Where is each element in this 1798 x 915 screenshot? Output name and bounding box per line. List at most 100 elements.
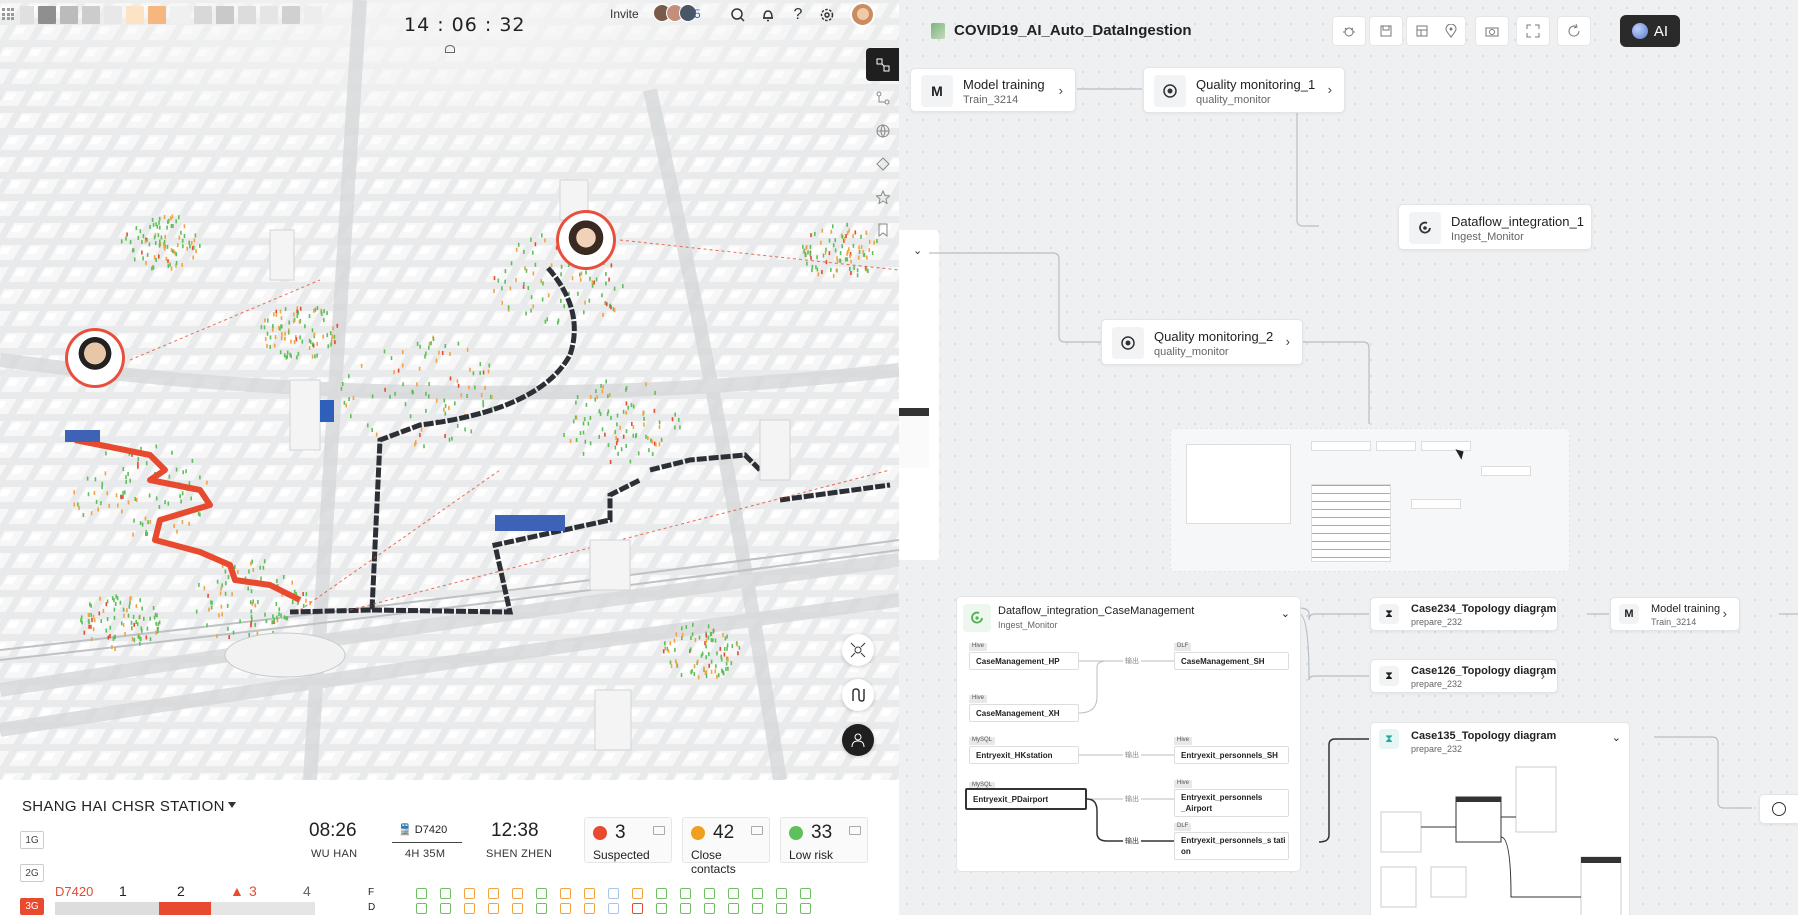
car-4[interactable]: 4	[303, 883, 311, 899]
refresh-icon[interactable]	[1557, 16, 1591, 46]
user-avatar[interactable]	[850, 2, 875, 27]
menu-icon[interactable]	[2, 8, 14, 20]
seat[interactable]	[440, 888, 451, 899]
route-tool-icon[interactable]	[866, 147, 899, 180]
seat[interactable]	[440, 903, 451, 914]
seat[interactable]	[656, 903, 667, 914]
seat[interactable]	[776, 903, 787, 914]
bell-icon[interactable]	[758, 5, 778, 25]
group-preview[interactable]	[1170, 428, 1570, 572]
seat[interactable]	[512, 903, 523, 914]
node-case126[interactable]: ⧗ Case126_Topology diagram prepare_232 ›	[1370, 659, 1558, 693]
seat[interactable]	[728, 903, 739, 914]
station-name[interactable]: SHANG HAI CHSR STATION	[22, 798, 225, 815]
invite-button[interactable]: Invite	[610, 7, 639, 21]
layout-icon[interactable]	[1406, 16, 1466, 46]
chevron-right-icon[interactable]: ›	[1059, 83, 1063, 98]
node-case-management[interactable]: Dataflow_integration_CaseManagement Inge…	[956, 596, 1301, 872]
node-model-training[interactable]: M Model training Train_3214 ›	[910, 68, 1076, 112]
seat[interactable]	[704, 888, 715, 899]
workflow-canvas[interactable]: ⌄ COVID19_AI_Auto_DataIngestion AI M Mod…	[899, 0, 1798, 915]
seat[interactable]	[416, 903, 427, 914]
gear-icon[interactable]	[817, 5, 837, 25]
seat[interactable]	[416, 888, 427, 899]
network-tool-icon[interactable]	[866, 81, 899, 114]
contacts-button[interactable]	[842, 724, 874, 756]
city-map[interactable]	[0, 0, 899, 780]
person-avatar	[563, 217, 609, 263]
stat-close-contacts[interactable]: 42 Close contacts	[682, 817, 770, 876]
grade-tab-3g[interactable]: 3G	[20, 898, 44, 915]
chevron-down-icon[interactable]: ⌄	[1612, 731, 1621, 744]
seat[interactable]	[800, 903, 811, 914]
collaborator-avatars[interactable]	[653, 4, 697, 22]
camera-icon[interactable]	[1475, 16, 1509, 46]
seat-map[interactable]	[416, 888, 816, 915]
seat[interactable]	[680, 903, 691, 914]
node-quality-monitoring-1[interactable]: Quality monitoring_1 quality_monitor ›	[1143, 67, 1345, 113]
seat[interactable]	[584, 903, 595, 914]
node-case234[interactable]: ⧗ Case234_Topology diagram prepare_232 ›	[1370, 597, 1558, 631]
seat[interactable]	[752, 903, 763, 914]
car-2[interactable]: 2	[177, 883, 185, 899]
case-point	[296, 309, 298, 314]
globe-tool-icon[interactable]	[866, 114, 899, 147]
seat[interactable]	[608, 903, 619, 914]
search-icon[interactable]	[728, 5, 748, 25]
focus-button[interactable]	[842, 634, 874, 666]
seat[interactable]	[560, 888, 571, 899]
seat[interactable]	[464, 888, 475, 899]
seat[interactable]	[632, 888, 643, 899]
seat[interactable]	[488, 888, 499, 899]
seat[interactable]	[488, 903, 499, 914]
stat-suspected[interactable]: 3 Suspected	[584, 817, 672, 863]
node-partial-offscreen[interactable]	[1759, 794, 1798, 824]
stat-low-risk[interactable]: 33 Low risk	[780, 817, 868, 863]
seat[interactable]	[704, 903, 715, 914]
seat[interactable]	[536, 903, 547, 914]
chevron-right-icon[interactable]: ›	[1286, 334, 1290, 349]
path-button[interactable]	[842, 679, 874, 711]
seat[interactable]	[584, 888, 595, 899]
seat[interactable]	[776, 888, 787, 899]
help-icon[interactable]: ?	[788, 5, 808, 25]
node-model-training-2[interactable]: M Model training Train_3214 ›	[1610, 597, 1740, 631]
node-case135[interactable]: ⧗ Case135_Topology diagram prepare_232 ⌄	[1370, 722, 1630, 915]
ai-button[interactable]: AI	[1620, 15, 1680, 47]
seat[interactable]	[752, 888, 763, 899]
star-tool-icon[interactable]	[866, 180, 899, 213]
grade-tab-2g[interactable]: 2G	[20, 864, 44, 882]
node-quality-monitoring-2[interactable]: Quality monitoring_2 quality_monitor ›	[1101, 319, 1303, 365]
person-marker-female[interactable]	[556, 210, 616, 270]
chevron-right-icon[interactable]: ›	[1723, 606, 1727, 621]
seat[interactable]	[464, 903, 475, 914]
bookmark-tool-icon[interactable]	[866, 213, 899, 246]
save-icon[interactable]	[1369, 16, 1403, 46]
mail-icon[interactable]	[653, 826, 665, 835]
case-point	[180, 230, 182, 235]
chevron-right-icon[interactable]: ›	[1541, 668, 1545, 683]
seat[interactable]	[608, 888, 619, 899]
chevron-down-icon[interactable]	[228, 802, 236, 808]
fullscreen-icon[interactable]	[1516, 16, 1550, 46]
car-1[interactable]: 1	[119, 883, 127, 899]
mail-icon[interactable]	[849, 826, 861, 835]
layers-tool-icon[interactable]	[866, 48, 899, 81]
car-3[interactable]: 3	[249, 883, 257, 899]
seat[interactable]	[728, 888, 739, 899]
chevron-right-icon[interactable]: ›	[1541, 606, 1545, 621]
grade-tab-1g[interactable]: 1G	[20, 831, 44, 849]
seat[interactable]	[656, 888, 667, 899]
seat[interactable]	[536, 888, 547, 899]
person-marker-male[interactable]	[65, 328, 125, 388]
chevron-right-icon[interactable]: ›	[1328, 82, 1332, 97]
debug-icon[interactable]	[1332, 16, 1366, 46]
seat[interactable]	[800, 888, 811, 899]
seat[interactable]	[632, 903, 643, 914]
case-point	[298, 320, 301, 324]
seat[interactable]	[512, 888, 523, 899]
seat[interactable]	[680, 888, 691, 899]
node-dataflow-integration-1[interactable]: Dataflow_integration_1 Ingest_Monitor	[1398, 204, 1592, 250]
mail-icon[interactable]	[751, 826, 763, 835]
seat[interactable]	[560, 903, 571, 914]
